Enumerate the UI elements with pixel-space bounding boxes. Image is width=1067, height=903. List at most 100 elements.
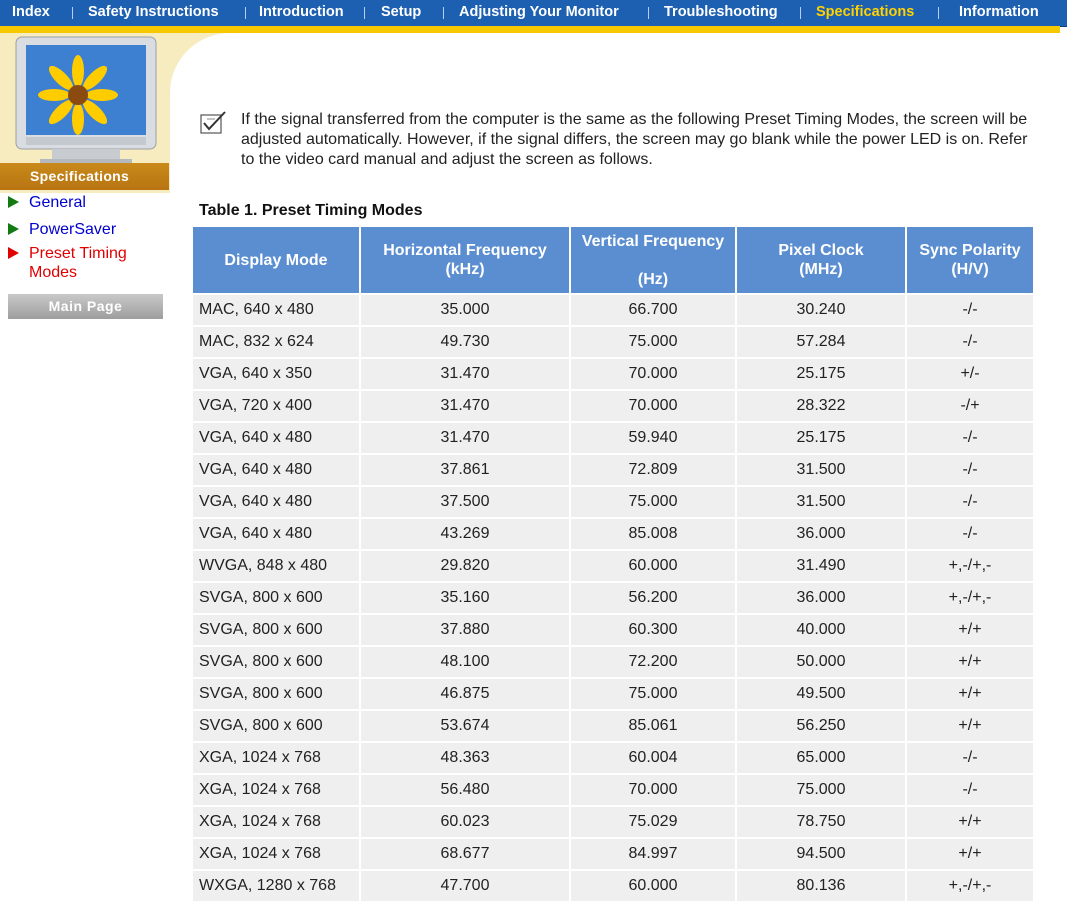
cell-display-mode: XGA, 1024 x 768 bbox=[193, 775, 361, 807]
cell-horizontal-frequency: 49.730 bbox=[361, 327, 571, 359]
cell-display-mode: SVGA, 800 x 600 bbox=[193, 647, 361, 679]
cell-pixel-clock: 25.175 bbox=[737, 359, 907, 391]
cell-display-mode: VGA, 720 x 400 bbox=[193, 391, 361, 423]
cell-horizontal-frequency: 29.820 bbox=[361, 551, 571, 583]
nav-index[interactable]: Index bbox=[12, 0, 50, 26]
header-pixel-clock: Pixel Clock (MHz) bbox=[737, 227, 907, 295]
table-row: VGA, 640 x 480 37.861 72.809 31.500 -/- bbox=[193, 455, 1035, 487]
cell-pixel-clock: 36.000 bbox=[737, 519, 907, 551]
nav-setup[interactable]: Setup bbox=[381, 0, 421, 26]
cell-pixel-clock: 49.500 bbox=[737, 679, 907, 711]
cell-sync-polarity: -/- bbox=[907, 743, 1035, 775]
cell-vertical-frequency: 72.809 bbox=[571, 455, 737, 487]
nav-adjusting-your-monitor[interactable]: Adjusting Your Monitor bbox=[459, 0, 619, 26]
table-row: WXGA, 1280 x 768 47.700 60.000 80.136 +,-/+,… bbox=[193, 871, 1035, 903]
cell-display-mode: WXGA, 1280 x 768 bbox=[193, 871, 361, 903]
table-row: MAC, 640 x 480 35.000 66.700 30.240 -/- bbox=[193, 295, 1035, 327]
nav-separator bbox=[364, 7, 365, 19]
sidebar-item-label: General bbox=[29, 194, 86, 211]
cell-display-mode: VGA, 640 x 480 bbox=[193, 423, 361, 455]
cell-sync-polarity: -/- bbox=[907, 775, 1035, 807]
cell-vertical-frequency: 60.004 bbox=[571, 743, 737, 775]
cell-horizontal-frequency: 35.160 bbox=[361, 583, 571, 615]
table-row: VGA, 640 x 480 37.500 75.000 31.500 -/- bbox=[193, 487, 1035, 519]
nav-separator bbox=[72, 7, 73, 19]
cell-vertical-frequency: 56.200 bbox=[571, 583, 737, 615]
cell-pixel-clock: 25.175 bbox=[737, 423, 907, 455]
cell-vertical-frequency: 59.940 bbox=[571, 423, 737, 455]
table-row: XGA, 1024 x 768 60.023 75.029 78.750 +/+ bbox=[193, 807, 1035, 839]
cell-vertical-frequency: 70.000 bbox=[571, 359, 737, 391]
nav-safety-instructions[interactable]: Safety Instructions bbox=[88, 0, 219, 26]
preset-timing-table: Display Mode Horizontal Frequency (kHz) V… bbox=[193, 227, 1035, 903]
header-label: Display Mode bbox=[224, 251, 328, 269]
sidebar-item-label: PowerSaver bbox=[29, 221, 117, 238]
cell-display-mode: VGA, 640 x 480 bbox=[193, 455, 361, 487]
nav-specifications[interactable]: Specifications bbox=[816, 0, 914, 26]
cell-pixel-clock: 56.250 bbox=[737, 711, 907, 743]
table-row: SVGA, 800 x 600 46.875 75.000 49.500 +/+ bbox=[193, 679, 1035, 711]
header-label: Vertical Frequency bbox=[581, 232, 725, 250]
table-title: Table 1. Preset Timing Modes bbox=[199, 202, 423, 219]
table-row: VGA, 720 x 400 31.470 70.000 28.322 -/+ bbox=[193, 391, 1035, 423]
cell-vertical-frequency: 70.000 bbox=[571, 775, 737, 807]
cell-display-mode: WVGA, 848 x 480 bbox=[193, 551, 361, 583]
cell-sync-polarity: +/+ bbox=[907, 615, 1035, 647]
table-row: SVGA, 800 x 600 48.100 72.200 50.000 +/+ bbox=[193, 647, 1035, 679]
cell-sync-polarity: +/+ bbox=[907, 839, 1035, 871]
cell-display-mode: SVGA, 800 x 600 bbox=[193, 711, 361, 743]
header-unit: (Hz) bbox=[637, 270, 669, 288]
nav-troubleshooting[interactable]: Troubleshooting bbox=[664, 0, 778, 26]
table-row: XGA, 1024 x 768 68.677 84.997 94.500 +/+ bbox=[193, 839, 1035, 871]
nav-information[interactable]: Information bbox=[959, 0, 1039, 26]
nav-introduction[interactable]: Introduction bbox=[259, 0, 344, 26]
cell-sync-polarity: +,-/+,- bbox=[907, 551, 1035, 583]
table-row: VGA, 640 x 480 43.269 85.008 36.000 -/- bbox=[193, 519, 1035, 551]
cell-horizontal-frequency: 31.470 bbox=[361, 391, 571, 423]
header-label: Horizontal Frequency bbox=[383, 242, 547, 259]
cell-sync-polarity: -/- bbox=[907, 519, 1035, 551]
header-vertical-frequency: Vertical Frequency (Hz) bbox=[571, 227, 737, 295]
cell-display-mode: VGA, 640 x 480 bbox=[193, 519, 361, 551]
cell-pixel-clock: 94.500 bbox=[737, 839, 907, 871]
cell-pixel-clock: 57.284 bbox=[737, 327, 907, 359]
cell-pixel-clock: 80.136 bbox=[737, 871, 907, 903]
monitor-illustration-icon bbox=[0, 33, 169, 168]
header-label: Pixel Clock bbox=[778, 242, 864, 259]
nav-separator bbox=[938, 7, 939, 19]
cell-sync-polarity: +,-/+,- bbox=[907, 871, 1035, 903]
cell-sync-polarity: +/+ bbox=[907, 711, 1035, 743]
cell-sync-polarity: +/+ bbox=[907, 647, 1035, 679]
cell-vertical-frequency: 85.008 bbox=[571, 519, 737, 551]
cell-sync-polarity: -/- bbox=[907, 327, 1035, 359]
cell-display-mode: MAC, 832 x 624 bbox=[193, 327, 361, 359]
note-checkmark-icon bbox=[200, 111, 226, 134]
cell-display-mode: MAC, 640 x 480 bbox=[193, 295, 361, 327]
nav-separator bbox=[800, 7, 801, 19]
cell-sync-polarity: +/- bbox=[907, 359, 1035, 391]
cell-vertical-frequency: 84.997 bbox=[571, 839, 737, 871]
nav-separator bbox=[648, 7, 649, 19]
table-row: XGA, 1024 x 768 56.480 70.000 75.000 -/- bbox=[193, 775, 1035, 807]
cell-sync-polarity: +/+ bbox=[907, 807, 1035, 839]
cell-pixel-clock: 78.750 bbox=[737, 807, 907, 839]
header-horizontal-frequency: Horizontal Frequency (kHz) bbox=[361, 227, 571, 295]
intro-paragraph: If the signal transferred from the compu… bbox=[241, 111, 1028, 168]
header-accent-bar bbox=[0, 26, 1060, 33]
cell-horizontal-frequency: 68.677 bbox=[361, 839, 571, 871]
cell-pixel-clock: 30.240 bbox=[737, 295, 907, 327]
cell-vertical-frequency: 85.061 bbox=[571, 711, 737, 743]
cell-pixel-clock: 28.322 bbox=[737, 391, 907, 423]
triangle-right-icon bbox=[8, 247, 19, 259]
cell-horizontal-frequency: 53.674 bbox=[361, 711, 571, 743]
cell-pixel-clock: 31.500 bbox=[737, 487, 907, 519]
cell-display-mode: SVGA, 800 x 600 bbox=[193, 679, 361, 711]
nav-separator bbox=[245, 7, 246, 19]
main-page-button[interactable]: Main Page bbox=[8, 294, 163, 319]
cell-sync-polarity: +,-/+,- bbox=[907, 583, 1035, 615]
cell-vertical-frequency: 75.000 bbox=[571, 679, 737, 711]
cell-vertical-frequency: 66.700 bbox=[571, 295, 737, 327]
cell-horizontal-frequency: 60.023 bbox=[361, 807, 571, 839]
table-row: SVGA, 800 x 600 37.880 60.300 40.000 +/+ bbox=[193, 615, 1035, 647]
header-unit: (MHz) bbox=[799, 261, 843, 278]
